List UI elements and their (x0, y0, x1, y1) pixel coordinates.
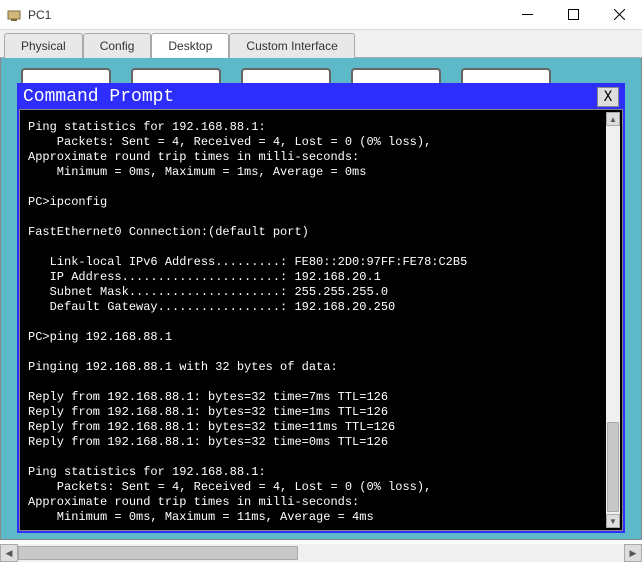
scroll-left-button[interactable]: ◀ (0, 544, 18, 562)
command-prompt-title: Command Prompt (23, 87, 597, 107)
tab-bar: Physical Config Desktop Custom Interface (0, 30, 642, 58)
horizontal-scrollbar[interactable]: ◀ ▶ (0, 544, 642, 562)
close-button[interactable] (596, 0, 642, 29)
command-prompt-window: Command Prompt X Ping statistics for 192… (17, 83, 625, 533)
scroll-thumb[interactable] (607, 422, 619, 512)
command-prompt-titlebar[interactable]: Command Prompt X (19, 85, 623, 109)
scroll-up-button[interactable]: ▲ (606, 112, 620, 126)
scroll-right-button[interactable]: ▶ (624, 544, 642, 562)
h-scroll-thumb[interactable] (18, 546, 298, 560)
h-scroll-track[interactable] (18, 544, 624, 562)
command-prompt-close-button[interactable]: X (597, 87, 619, 107)
desktop-workspace: Command Prompt X Ping statistics for 192… (0, 58, 642, 540)
tab-physical[interactable]: Physical (4, 33, 83, 58)
terminal-output: Ping statistics for 192.168.88.1: Packet… (24, 114, 604, 526)
terminal-viewport[interactable]: Ping statistics for 192.168.88.1: Packet… (24, 114, 604, 526)
scroll-down-button[interactable]: ▼ (606, 514, 620, 528)
tab-custom-interface[interactable]: Custom Interface (229, 33, 354, 58)
minimize-button[interactable] (504, 0, 550, 29)
app-icon (6, 7, 22, 23)
window-controls (504, 0, 642, 29)
window-titlebar: PC1 (0, 0, 642, 30)
window-title: PC1 (28, 8, 504, 22)
maximize-button[interactable] (550, 0, 596, 29)
terminal-scrollbar[interactable]: ▲ ▼ (606, 112, 620, 528)
command-prompt-body: Ping statistics for 192.168.88.1: Packet… (19, 109, 623, 531)
tab-config[interactable]: Config (83, 33, 152, 58)
tab-desktop[interactable]: Desktop (151, 33, 229, 58)
